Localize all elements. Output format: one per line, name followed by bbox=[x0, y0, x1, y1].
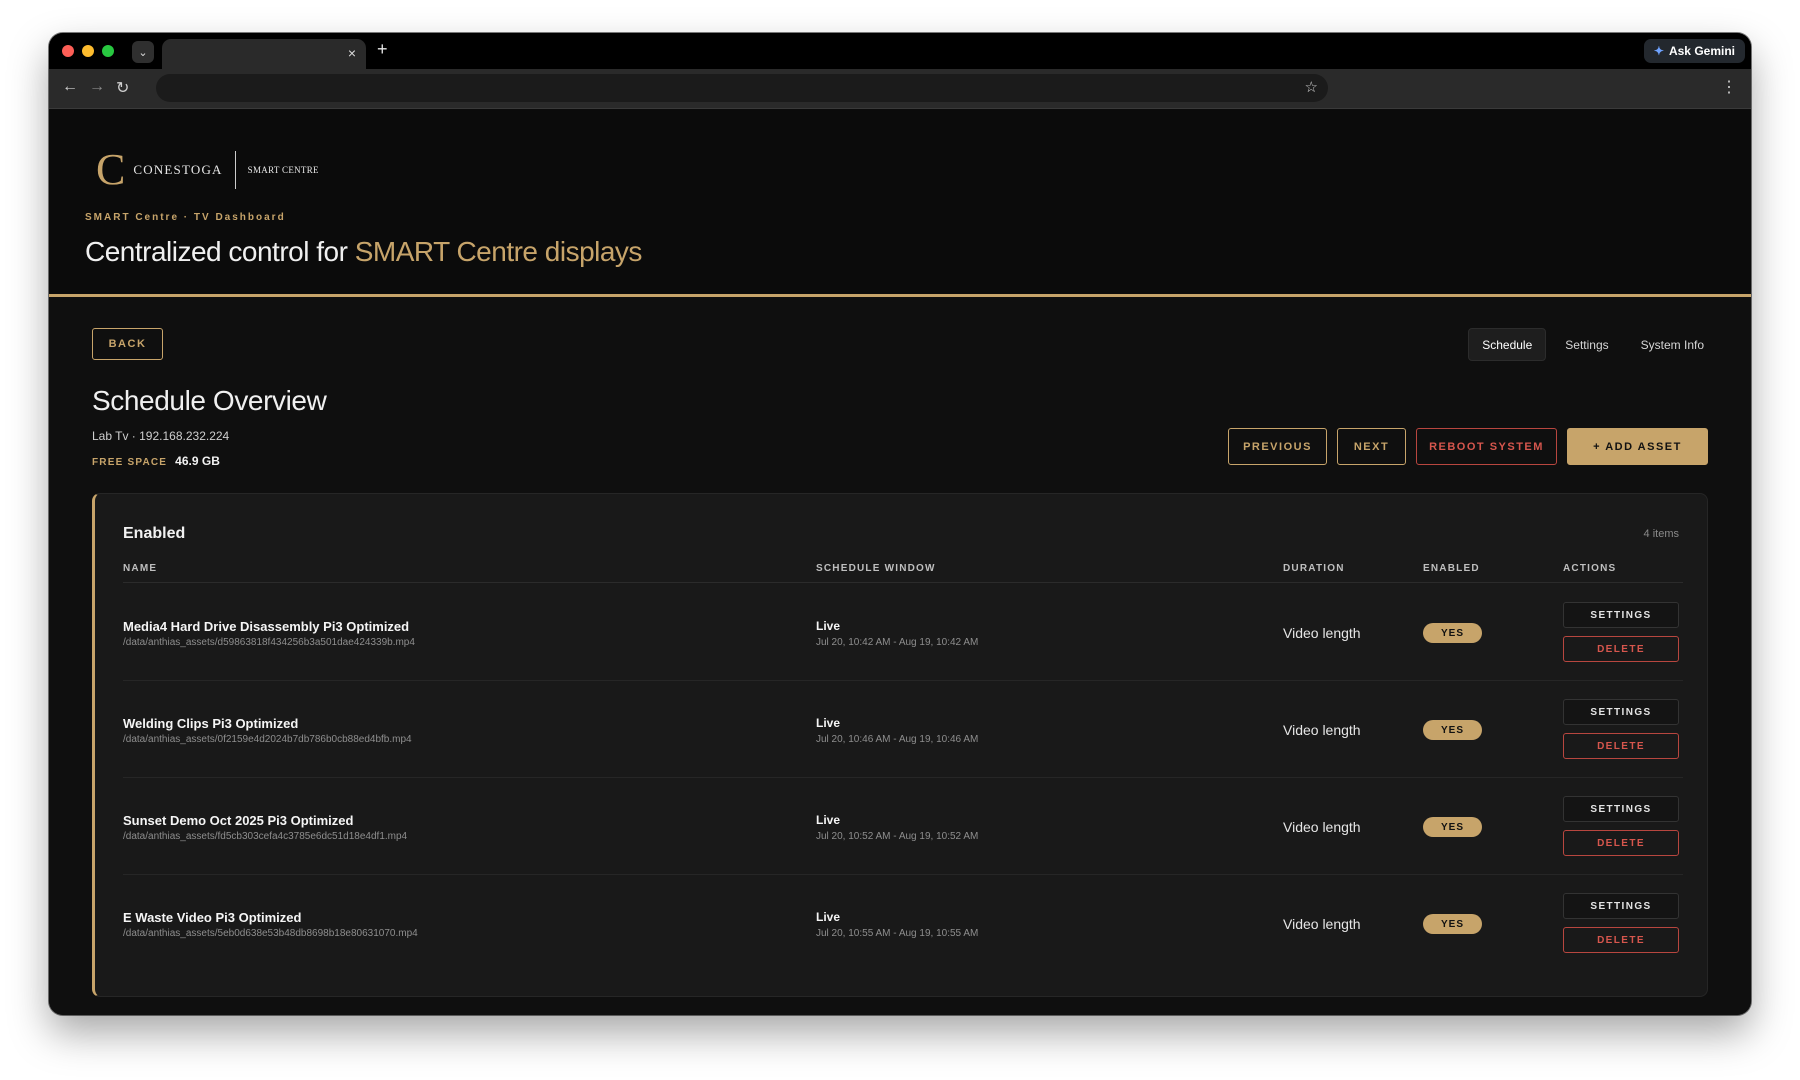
asset-name: Welding Clips Pi3 Optimized bbox=[123, 716, 299, 731]
table-row: Media4 Hard Drive Disassembly Pi3 Optimi… bbox=[123, 584, 1683, 681]
ask-gemini-button[interactable]: ✦ Ask Gemini bbox=[1643, 39, 1745, 63]
asset-duration: Video length bbox=[1283, 722, 1361, 738]
hero-header: C CONESTOGA SMART CENTRE SMART Centre · … bbox=[49, 110, 1751, 297]
close-tab-icon[interactable]: × bbox=[348, 45, 356, 61]
free-space-label: FREE SPACE bbox=[92, 457, 168, 468]
asset-window: Jul 20, 10:55 AM - Aug 19, 10:55 AM bbox=[816, 928, 979, 939]
item-count: 4 items bbox=[1643, 528, 1679, 540]
table-row: E Waste Video Pi3 Optimized /data/anthia… bbox=[123, 875, 1683, 972]
asset-status: Live bbox=[816, 716, 841, 730]
asset-window: Jul 20, 10:46 AM - Aug 19, 10:46 AM bbox=[816, 734, 979, 745]
header-schedule-window: SCHEDULE WINDOW bbox=[816, 563, 936, 574]
tab-bar: ⌄ × + ✦ Ask Gemini bbox=[49, 33, 1751, 69]
back-button[interactable]: BACK bbox=[92, 328, 163, 360]
header-name: NAME bbox=[123, 563, 158, 574]
gemini-sparkle-icon: ✦ bbox=[1653, 44, 1664, 58]
maximize-window-button[interactable] bbox=[102, 45, 114, 57]
new-tab-button[interactable]: + bbox=[377, 39, 388, 60]
asset-status: Live bbox=[816, 910, 841, 924]
bookmark-star-icon[interactable]: ☆ bbox=[1305, 78, 1318, 96]
address-bar[interactable]: ☆ bbox=[156, 74, 1328, 102]
asset-path: /data/anthias_assets/fd5cb303cefa4c3785e… bbox=[123, 831, 408, 842]
device-info: Lab Tv · 192.168.232.224 bbox=[92, 429, 230, 443]
asset-settings-button[interactable]: SETTINGS bbox=[1563, 796, 1679, 822]
hero-eyebrow: SMART Centre · TV Dashboard bbox=[85, 212, 286, 223]
asset-duration: Video length bbox=[1283, 819, 1361, 835]
browser-window: ⌄ × + ✦ Ask Gemini ← → ↻ ☆ ⋮ C CONESTOGA… bbox=[49, 33, 1751, 1015]
browser-menu-icon[interactable]: ⋮ bbox=[1721, 77, 1737, 97]
asset-name: Media4 Hard Drive Disassembly Pi3 Optimi… bbox=[123, 619, 410, 634]
asset-path: /data/anthias_assets/5eb0d638e53b48db869… bbox=[123, 928, 418, 939]
asset-duration: Video length bbox=[1283, 625, 1361, 641]
hero-title: Centralized control for SMART Centre dis… bbox=[85, 236, 642, 268]
action-buttons: PREVIOUS NEXT REBOOT SYSTEM + ADD ASSET bbox=[1228, 428, 1708, 465]
header-actions: ACTIONS bbox=[1563, 563, 1617, 574]
asset-window: Jul 20, 10:52 AM - Aug 19, 10:52 AM bbox=[816, 831, 979, 842]
asset-path: /data/anthias_assets/d59863818f434256b3a… bbox=[123, 637, 415, 648]
tab-schedule[interactable]: Schedule bbox=[1468, 328, 1547, 361]
asset-settings-button[interactable]: SETTINGS bbox=[1563, 602, 1679, 628]
asset-status: Live bbox=[816, 813, 841, 827]
logo-divider bbox=[234, 151, 236, 189]
free-space: FREE SPACE 46.9 GB bbox=[92, 454, 220, 468]
asset-name: Sunset Demo Oct 2025 Pi3 Optimized bbox=[123, 813, 354, 828]
next-button[interactable]: NEXT bbox=[1337, 428, 1406, 465]
free-space-value: 46.9 GB bbox=[175, 454, 220, 468]
logo-subtitle: SMART CENTRE bbox=[247, 165, 319, 175]
minimize-window-button[interactable] bbox=[82, 45, 94, 57]
hero-title-plain: Centralized control for bbox=[85, 236, 355, 267]
ask-gemini-label: Ask Gemini bbox=[1668, 44, 1735, 58]
asset-status: Live bbox=[816, 619, 841, 633]
browser-tab[interactable]: × bbox=[162, 39, 366, 69]
reboot-system-button[interactable]: REBOOT SYSTEM bbox=[1416, 428, 1557, 465]
asset-delete-button[interactable]: DELETE bbox=[1563, 636, 1679, 662]
table-row: Welding Clips Pi3 Optimized /data/anthia… bbox=[123, 681, 1683, 778]
close-window-button[interactable] bbox=[62, 45, 74, 57]
add-asset-button[interactable]: + ADD ASSET bbox=[1567, 428, 1708, 465]
asset-settings-button[interactable]: SETTINGS bbox=[1563, 893, 1679, 919]
enabled-badge[interactable]: YES bbox=[1423, 623, 1482, 643]
asset-settings-button[interactable]: SETTINGS bbox=[1563, 699, 1679, 725]
page-content: C CONESTOGA SMART CENTRE SMART Centre · … bbox=[49, 110, 1751, 1015]
card-title: Enabled bbox=[123, 525, 186, 542]
table-row: Sunset Demo Oct 2025 Pi3 Optimized /data… bbox=[123, 778, 1683, 875]
page-title: Schedule Overview bbox=[92, 385, 327, 416]
enabled-badge[interactable]: YES bbox=[1423, 914, 1482, 934]
logo-mark: C bbox=[96, 145, 126, 194]
previous-button[interactable]: PREVIOUS bbox=[1228, 428, 1327, 465]
asset-delete-button[interactable]: DELETE bbox=[1563, 830, 1679, 856]
hero-title-accent: SMART Centre displays bbox=[354, 236, 643, 267]
asset-duration: Video length bbox=[1283, 916, 1361, 932]
asset-delete-button[interactable]: DELETE bbox=[1563, 927, 1679, 953]
asset-window: Jul 20, 10:42 AM - Aug 19, 10:42 AM bbox=[816, 637, 979, 648]
logo-name: CONESTOGA bbox=[133, 162, 223, 177]
asset-name: E Waste Video Pi3 Optimized bbox=[123, 910, 302, 925]
asset-delete-button[interactable]: DELETE bbox=[1563, 733, 1679, 759]
forward-arrow-icon[interactable]: → bbox=[89, 78, 105, 96]
enabled-badge[interactable]: YES bbox=[1423, 720, 1482, 740]
header-duration: DURATION bbox=[1283, 563, 1345, 574]
section-tabs: Schedule Settings System Info bbox=[1468, 328, 1717, 361]
conestoga-logo: C CONESTOGA SMART CENTRE bbox=[96, 145, 319, 194]
back-arrow-icon[interactable]: ← bbox=[62, 78, 78, 96]
table-header: NAME SCHEDULE WINDOW DURATION ENABLED AC… bbox=[123, 563, 1683, 583]
tab-settings[interactable]: Settings bbox=[1552, 328, 1621, 361]
asset-path: /data/anthias_assets/0f2159e4d2024b7db78… bbox=[123, 734, 412, 745]
enabled-badge[interactable]: YES bbox=[1423, 817, 1482, 837]
tab-search-chevron-down-icon[interactable]: ⌄ bbox=[132, 41, 154, 63]
enabled-assets-card: Enabled 4 items NAME SCHEDULE WINDOW DUR… bbox=[92, 493, 1708, 997]
reload-icon[interactable]: ↻ bbox=[116, 78, 129, 98]
header-enabled: ENABLED bbox=[1423, 563, 1480, 574]
address-toolbar: ← → ↻ ☆ ⋮ bbox=[49, 69, 1751, 109]
tab-system-info[interactable]: System Info bbox=[1628, 328, 1717, 361]
